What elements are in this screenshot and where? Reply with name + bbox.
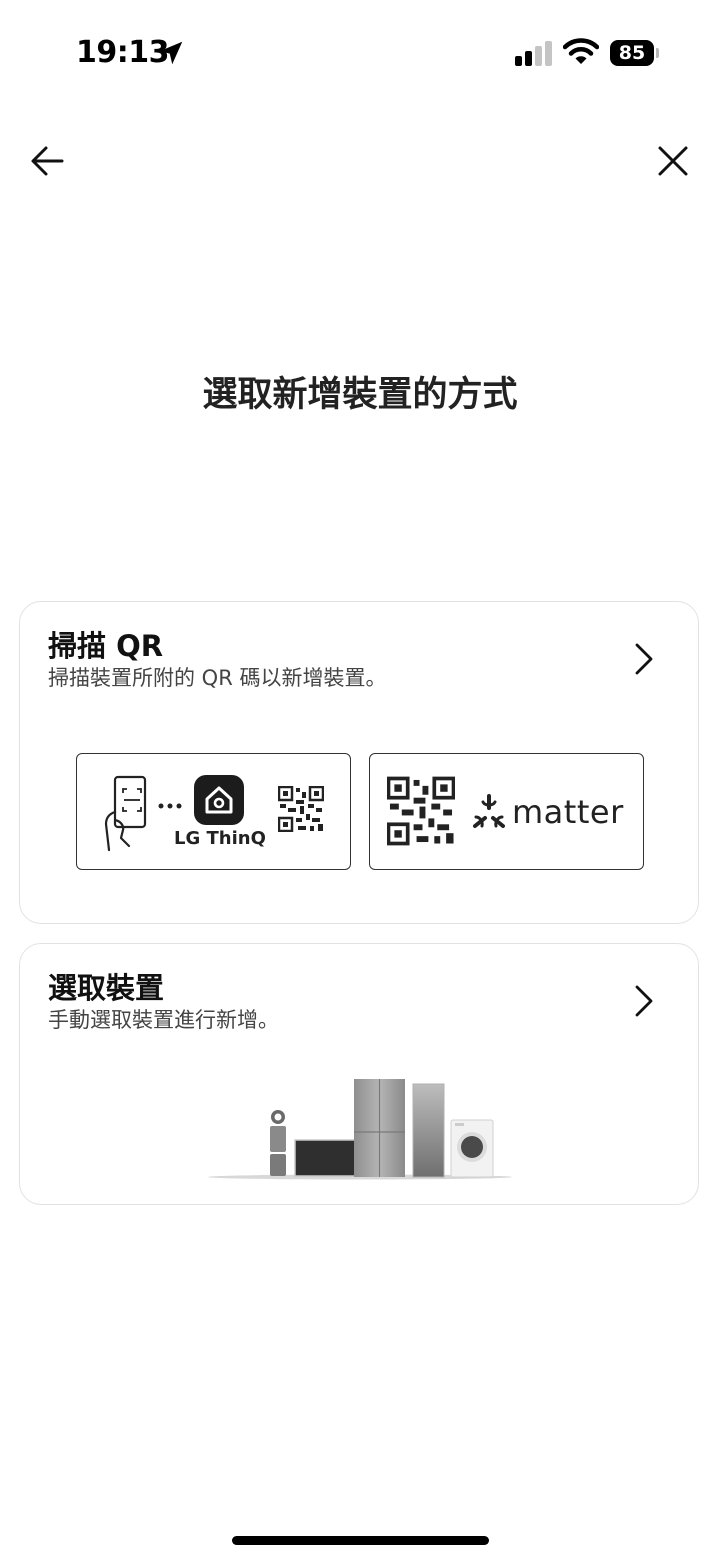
chevron-right-icon — [635, 643, 653, 675]
television-icon — [294, 1139, 362, 1177]
matter-qr-option[interactable]: matter — [369, 753, 644, 870]
battery-cap — [656, 48, 659, 58]
select-device-card[interactable]: 選取裝置 手動選取裝置進行新增。 — [19, 943, 699, 1205]
chevron-right-icon — [635, 985, 653, 1017]
battery-indicator: 85 — [610, 40, 660, 66]
close-button[interactable] — [649, 137, 697, 185]
cellular-signal-icon — [515, 41, 552, 66]
refrigerator-icon — [354, 1079, 405, 1177]
battery-level: 85 — [610, 40, 654, 66]
location-arrow-icon — [159, 41, 183, 65]
qr-code-icon — [387, 776, 455, 846]
close-icon — [658, 146, 688, 176]
ellipsis-icon — [158, 803, 182, 809]
matter-label: matter — [512, 793, 624, 831]
thinq-label: LG ThinQ — [174, 828, 266, 849]
status-bar: 19:13 85 — [0, 0, 720, 100]
washing-machine-icon — [450, 1119, 494, 1178]
arrow-left-icon — [31, 146, 64, 176]
select-device-description: 手動選取裝置進行新增。 — [48, 1008, 279, 1032]
appliances-illustration — [208, 1079, 512, 1180]
qr-code-small-icon — [278, 786, 324, 832]
thinq-app-icon — [194, 775, 244, 825]
thinq-qr-option[interactable]: LG ThinQ — [76, 753, 351, 870]
clothing-care-icon — [412, 1083, 445, 1178]
phone-scan-hand-icon — [104, 775, 147, 852]
scan-qr-title: 掃描 QR — [48, 629, 164, 663]
page-title: 選取新增裝置的方式 — [202, 375, 518, 415]
scan-qr-card[interactable]: 掃描 QR 掃描裝置所附的 QR 碼以新增裝置。 LG ThinQ matter — [19, 601, 699, 924]
scan-qr-description: 掃描裝置所附的 QR 碼以新增裝置。 — [48, 666, 387, 690]
back-button[interactable] — [24, 137, 72, 185]
air-purifier-icon — [270, 1110, 286, 1176]
select-device-title: 選取裝置 — [48, 971, 165, 1005]
home-indicator[interactable] — [232, 1536, 489, 1545]
matter-logo-icon — [473, 794, 505, 828]
wifi-icon — [563, 38, 599, 64]
